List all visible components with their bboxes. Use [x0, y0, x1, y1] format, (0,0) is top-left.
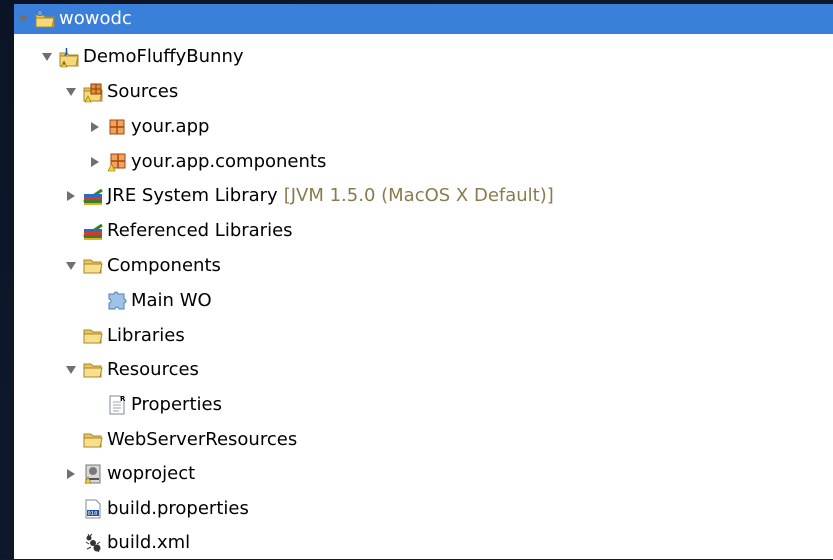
expand-arrow-down-icon[interactable] [64, 85, 78, 99]
tree-item-libraries[interactable]: Libraries [14, 318, 833, 353]
folder-open-icon [82, 255, 104, 277]
binary-file-icon: 010 [82, 498, 104, 520]
tree-item-your-app[interactable]: your.app [14, 109, 833, 144]
tree-item-label: Properties [131, 393, 222, 415]
tree-item-label: Sources [107, 80, 179, 102]
source-folder-icon [82, 81, 104, 103]
tree-item-sources[interactable]: Sources [14, 74, 833, 109]
properties-file-icon: R [106, 394, 128, 416]
tree-item-label: woproject [107, 462, 196, 484]
tree-item-demofluffybunny[interactable]: J DemoFluffyBunny [14, 39, 833, 74]
expand-arrow-right-icon[interactable] [88, 120, 102, 134]
tree-item-wowodc[interactable]: wowodc [14, 4, 833, 34]
tree-item-resources[interactable]: Resources [14, 352, 833, 387]
tree-item-label: Referenced Libraries [107, 219, 293, 241]
tree-item-label: Libraries [107, 324, 185, 346]
tree-item-label: Components [107, 254, 221, 276]
tree-item-jre-system-library[interactable]: JRE System Library [JVM 1.5.0 (MacOS X De… [14, 178, 833, 213]
workspace-folder-icon [34, 8, 56, 30]
ant-file-icon [82, 532, 104, 554]
tree-item-your-app-components[interactable]: your.app.components [14, 144, 833, 179]
tree-item-label: your.app [131, 115, 210, 137]
tree-item-label: build.xml [107, 531, 191, 553]
tree-item-decoration: [JVM 1.5.0 (MacOS X Default)] [283, 185, 554, 206]
tree-item-webserverresources[interactable]: WebServerResources [14, 422, 833, 457]
svg-text:J: J [64, 47, 68, 56]
woproject-icon [82, 463, 104, 485]
tree-item-build-xml[interactable]: build.xml [14, 525, 833, 560]
tree-item-label: Resources [107, 358, 199, 380]
tree-item-label: WebServerResources [107, 428, 298, 450]
expand-arrow-down-icon[interactable] [64, 363, 78, 377]
expand-arrow-right-icon[interactable] [64, 189, 78, 203]
expand-arrow-down-icon[interactable] [40, 50, 54, 64]
expand-arrow-right-icon[interactable] [64, 467, 78, 481]
folder-open-icon [82, 325, 104, 347]
svg-text:R: R [120, 395, 126, 403]
tree-item-properties[interactable]: R Properties [14, 387, 833, 422]
tree-item-build-properties[interactable]: 010 build.properties [14, 491, 833, 526]
tree-item-referenced-libraries[interactable]: Referenced Libraries [14, 213, 833, 248]
tree-item-components[interactable]: Components [14, 248, 833, 283]
tree-item-woproject[interactable]: woproject [14, 456, 833, 491]
expand-arrow-down-icon[interactable] [64, 259, 78, 273]
java-project-icon: J [58, 46, 80, 68]
tree-item-label: wowodc [59, 8, 132, 29]
tree-item-label: build.properties [107, 497, 249, 519]
package-explorer-tree[interactable]: wowodc J DemoFluffyBunny Sources your.ap… [14, 4, 833, 559]
tree-item-label: Main WO [131, 289, 212, 311]
folder-open-icon [82, 429, 104, 451]
svg-text:010: 010 [88, 511, 98, 517]
folder-open-icon [82, 359, 104, 381]
tree-item-label: JRE System Library [107, 184, 278, 206]
tree-item-label: DemoFluffyBunny [83, 45, 244, 67]
wo-component-icon [106, 290, 128, 312]
tree-item-label: your.app.components [131, 150, 327, 172]
package-icon [106, 116, 128, 138]
tree-item-main-wo[interactable]: Main WO [14, 283, 833, 318]
package-warning-icon [106, 151, 128, 173]
library-icon [82, 220, 104, 242]
library-icon [82, 185, 104, 207]
expand-arrow-down-icon[interactable] [16, 12, 30, 26]
expand-arrow-right-icon[interactable] [88, 155, 102, 169]
